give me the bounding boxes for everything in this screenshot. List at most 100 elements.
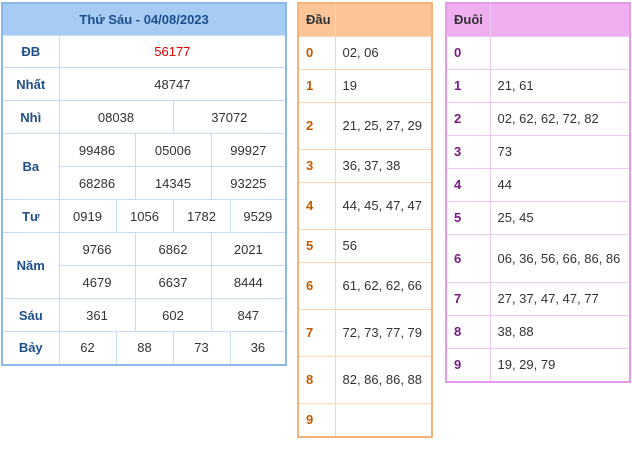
row-nam-1: Năm 9766 6862 2021 xyxy=(1,232,287,299)
duoi-key: 5 xyxy=(445,201,491,235)
dau-key: 1 xyxy=(297,69,336,103)
dau-values: 82, 86, 86, 88 xyxy=(334,356,433,404)
prize-nam-6: 8444 xyxy=(210,265,287,299)
prize-tu-2: 1056 xyxy=(115,199,174,233)
prize-nam-5: 6637 xyxy=(134,265,212,299)
dau-key: 0 xyxy=(297,36,336,70)
prize-sau-3: 847 xyxy=(210,298,287,332)
prize-ba-6: 93225 xyxy=(210,166,287,200)
dau-values: 44, 45, 47, 47 xyxy=(334,182,433,230)
dau-values: 21, 25, 27, 29 xyxy=(334,102,433,150)
dau-key: 5 xyxy=(297,229,336,263)
prize-tu-4: 9529 xyxy=(229,199,287,233)
label-sau: Sáu xyxy=(1,298,60,332)
duoi-header-row: Đuôi xyxy=(445,2,631,37)
duoi-key: 9 xyxy=(445,348,491,382)
label-nhi: Nhì xyxy=(1,100,60,134)
label-ba: Ba xyxy=(1,133,60,200)
prize-sau-1: 361 xyxy=(58,298,136,332)
dau-values xyxy=(334,403,433,437)
duoi-row: 7 27, 37, 47, 47, 77 xyxy=(445,282,631,316)
dau-key: 8 xyxy=(297,356,336,404)
prize-nhi-2: 37072 xyxy=(172,100,287,134)
prize-bay-1: 62 xyxy=(58,331,117,365)
results-title: Thứ Sáu - 04/08/2023 xyxy=(1,2,287,36)
duoi-values: 06, 36, 56, 66, 86, 86 xyxy=(489,234,631,283)
prize-nhi-1: 08038 xyxy=(58,100,174,134)
duoi-row: 8 38, 88 xyxy=(445,315,631,349)
duoi-row: 6 06, 36, 56, 66, 86, 86 xyxy=(445,234,631,283)
duoi-key: 4 xyxy=(445,168,491,202)
dau-header-blank xyxy=(334,2,433,37)
duoi-row: 1 21, 61 xyxy=(445,69,631,103)
duoi-values: 02, 62, 62, 72, 82 xyxy=(489,102,631,136)
row-ba-1: Ba 99486 05006 99927 xyxy=(1,133,287,200)
dau-values: 72, 73, 77, 79 xyxy=(334,309,433,357)
prize-db: 56177 xyxy=(58,35,287,68)
duoi-key: 1 xyxy=(445,69,491,103)
prize-ba-5: 14345 xyxy=(134,166,212,200)
label-nam: Năm xyxy=(1,232,60,299)
duoi-header: Đuôi xyxy=(445,2,491,37)
dau-row: 8 82, 86, 86, 88 xyxy=(297,356,433,404)
duoi-values: 27, 37, 47, 47, 77 xyxy=(489,282,631,316)
row-sau: Sáu 361 602 847 xyxy=(1,298,287,332)
dau-row: 4 44, 45, 47, 47 xyxy=(297,182,433,230)
prize-nam-1: 9766 xyxy=(58,232,136,266)
prize-tu-3: 1782 xyxy=(172,199,231,233)
prize-tu-1: 0919 xyxy=(58,199,117,233)
dau-row: 9 xyxy=(297,403,433,437)
duoi-row: 5 25, 45 xyxy=(445,201,631,235)
dau-row: 5 56 xyxy=(297,229,433,263)
duoi-values: 73 xyxy=(489,135,631,169)
duoi-row: 0 xyxy=(445,36,631,70)
duoi-values: 44 xyxy=(489,168,631,202)
prize-nam-4: 4679 xyxy=(58,265,136,299)
prize-nam-3: 2021 xyxy=(210,232,287,266)
dau-values: 02, 06 xyxy=(334,36,433,70)
duoi-key: 7 xyxy=(445,282,491,316)
dau-row: 1 19 xyxy=(297,69,433,103)
prize-ba-1: 99486 xyxy=(58,133,136,167)
dau-table: Đầu 0 02, 06 1 19 2 21, 25, 27, 29 3 36, 37,… xyxy=(297,2,433,438)
duoi-values: 19, 29, 79 xyxy=(489,348,631,382)
prize-ba-3: 99927 xyxy=(210,133,287,167)
duoi-row: 3 73 xyxy=(445,135,631,169)
dau-row: 3 36, 37, 38 xyxy=(297,149,433,183)
dau-header: Đầu xyxy=(297,2,336,37)
dau-row: 6 61, 62, 62, 66 xyxy=(297,262,433,310)
row-bay: Bảy 62 88 73 36 xyxy=(1,331,287,365)
dau-values: 61, 62, 62, 66 xyxy=(334,262,433,310)
row-nhi: Nhì 08038 37072 xyxy=(1,100,287,134)
label-tu: Tư xyxy=(1,199,60,233)
row-db: ĐB 56177 xyxy=(1,35,287,68)
row-tu: Tư 0919 1056 1782 9529 xyxy=(1,199,287,233)
duoi-values: 21, 61 xyxy=(489,69,631,103)
duoi-key: 6 xyxy=(445,234,491,283)
prize-bay-2: 88 xyxy=(115,331,174,365)
prize-nhat: 48747 xyxy=(58,67,287,101)
dau-key: 2 xyxy=(297,102,336,150)
duoi-values: 25, 45 xyxy=(489,201,631,235)
duoi-table: Đuôi 0 1 21, 61 2 02, 62, 62, 72, 82 3 73 4… xyxy=(445,2,631,383)
duoi-values: 38, 88 xyxy=(489,315,631,349)
duoi-row: 4 44 xyxy=(445,168,631,202)
row-nhat: Nhất 48747 xyxy=(1,67,287,101)
dau-key: 9 xyxy=(297,403,336,437)
prize-ba-4: 68286 xyxy=(58,166,136,200)
dau-key: 3 xyxy=(297,149,336,183)
dau-row: 0 02, 06 xyxy=(297,36,433,70)
prize-ba-2: 05006 xyxy=(134,133,212,167)
duoi-header-blank xyxy=(489,2,631,37)
prize-sau-2: 602 xyxy=(134,298,212,332)
duoi-key: 2 xyxy=(445,102,491,136)
dau-key: 6 xyxy=(297,262,336,310)
results-table: Thứ Sáu - 04/08/2023 ĐB 56177 Nhất 48747… xyxy=(1,2,288,366)
dau-values: 56 xyxy=(334,229,433,263)
duoi-row: 2 02, 62, 62, 72, 82 xyxy=(445,102,631,136)
dau-row: 2 21, 25, 27, 29 xyxy=(297,102,433,150)
dau-row: 7 72, 73, 77, 79 xyxy=(297,309,433,357)
prize-bay-4: 36 xyxy=(229,331,287,365)
label-db: ĐB xyxy=(1,35,60,68)
duoi-values xyxy=(489,36,631,70)
